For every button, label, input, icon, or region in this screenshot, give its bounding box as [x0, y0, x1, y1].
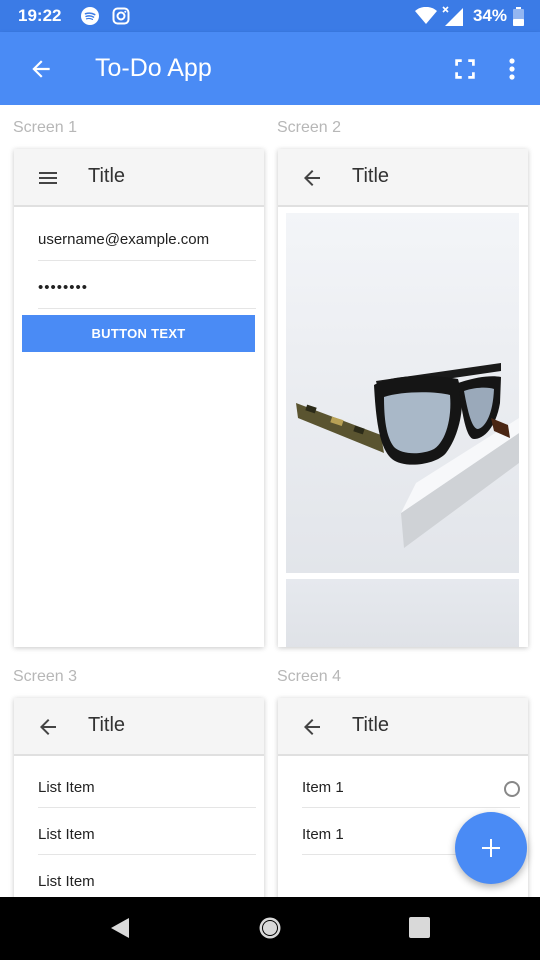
screens-canvas[interactable]: Screen 1 Title username@example.com ••••…: [0, 105, 540, 897]
todo-item-label: Item 1: [302, 779, 344, 796]
back-arrow-icon[interactable]: [300, 715, 324, 739]
wifi-icon: [414, 7, 437, 24]
back-arrow-icon[interactable]: [300, 166, 324, 190]
screen-3-title: Title: [88, 714, 126, 736]
nav-back-icon[interactable]: [108, 916, 132, 940]
todo-item-label: Item 1: [302, 826, 344, 843]
screen-1-toolbar: Title: [14, 149, 264, 207]
screen-3-label: Screen 3: [13, 668, 78, 685]
sunglasses-illustration: [296, 363, 519, 548]
system-nav-bar: [0, 897, 540, 960]
screen-2-title: Title: [352, 165, 390, 187]
back-arrow-icon[interactable]: [36, 715, 60, 739]
todo-item[interactable]: Item 1: [302, 761, 520, 808]
screen-1-card[interactable]: Title username@example.com •••••••• BUTT…: [14, 149, 264, 647]
screen-2-label: Screen 2: [277, 119, 342, 136]
nav-recents-icon[interactable]: [409, 917, 430, 938]
status-bar: 19:22 34%: [0, 0, 540, 32]
battery-percent: 34%: [472, 6, 507, 25]
plus-icon: [482, 839, 500, 857]
app-title: To-Do App: [95, 54, 212, 82]
screen-2-card[interactable]: Title: [278, 149, 528, 647]
email-field[interactable]: username@example.com: [38, 213, 256, 261]
password-field[interactable]: ••••••••: [38, 261, 256, 309]
spotify-icon: [81, 7, 99, 25]
sunglasses-photo: [286, 213, 519, 573]
fullscreen-icon[interactable]: [452, 56, 478, 82]
signal-icon: [442, 6, 463, 26]
submit-button[interactable]: BUTTON TEXT: [22, 315, 255, 352]
status-time: 19:22: [18, 6, 62, 25]
radio-button[interactable]: [504, 781, 520, 797]
screen-2-toolbar: Title: [278, 149, 528, 207]
screen-3-card[interactable]: Title List Item List Item List Item: [14, 698, 264, 897]
add-fab-button[interactable]: [455, 812, 527, 884]
list-item[interactable]: List Item: [38, 855, 256, 897]
screen-1-title: Title: [88, 165, 126, 187]
screen-3-toolbar: Title: [14, 698, 264, 756]
nav-home-icon[interactable]: [258, 916, 282, 940]
back-arrow-icon[interactable]: [28, 56, 54, 82]
list-item[interactable]: List Item: [38, 808, 256, 855]
menu-icon[interactable]: [36, 166, 60, 190]
screen-4-title: Title: [352, 714, 390, 736]
instagram-icon: [112, 7, 130, 25]
battery-icon: [513, 6, 524, 26]
photo-placeholder-2: [286, 579, 519, 647]
screen-4-toolbar: Title: [278, 698, 528, 756]
more-vert-icon[interactable]: [502, 54, 522, 84]
screen-1-label: Screen 1: [13, 119, 78, 136]
screen-4-label: Screen 4: [277, 668, 342, 685]
list-item[interactable]: List Item: [38, 761, 256, 808]
app-bar: To-Do App: [0, 32, 540, 105]
